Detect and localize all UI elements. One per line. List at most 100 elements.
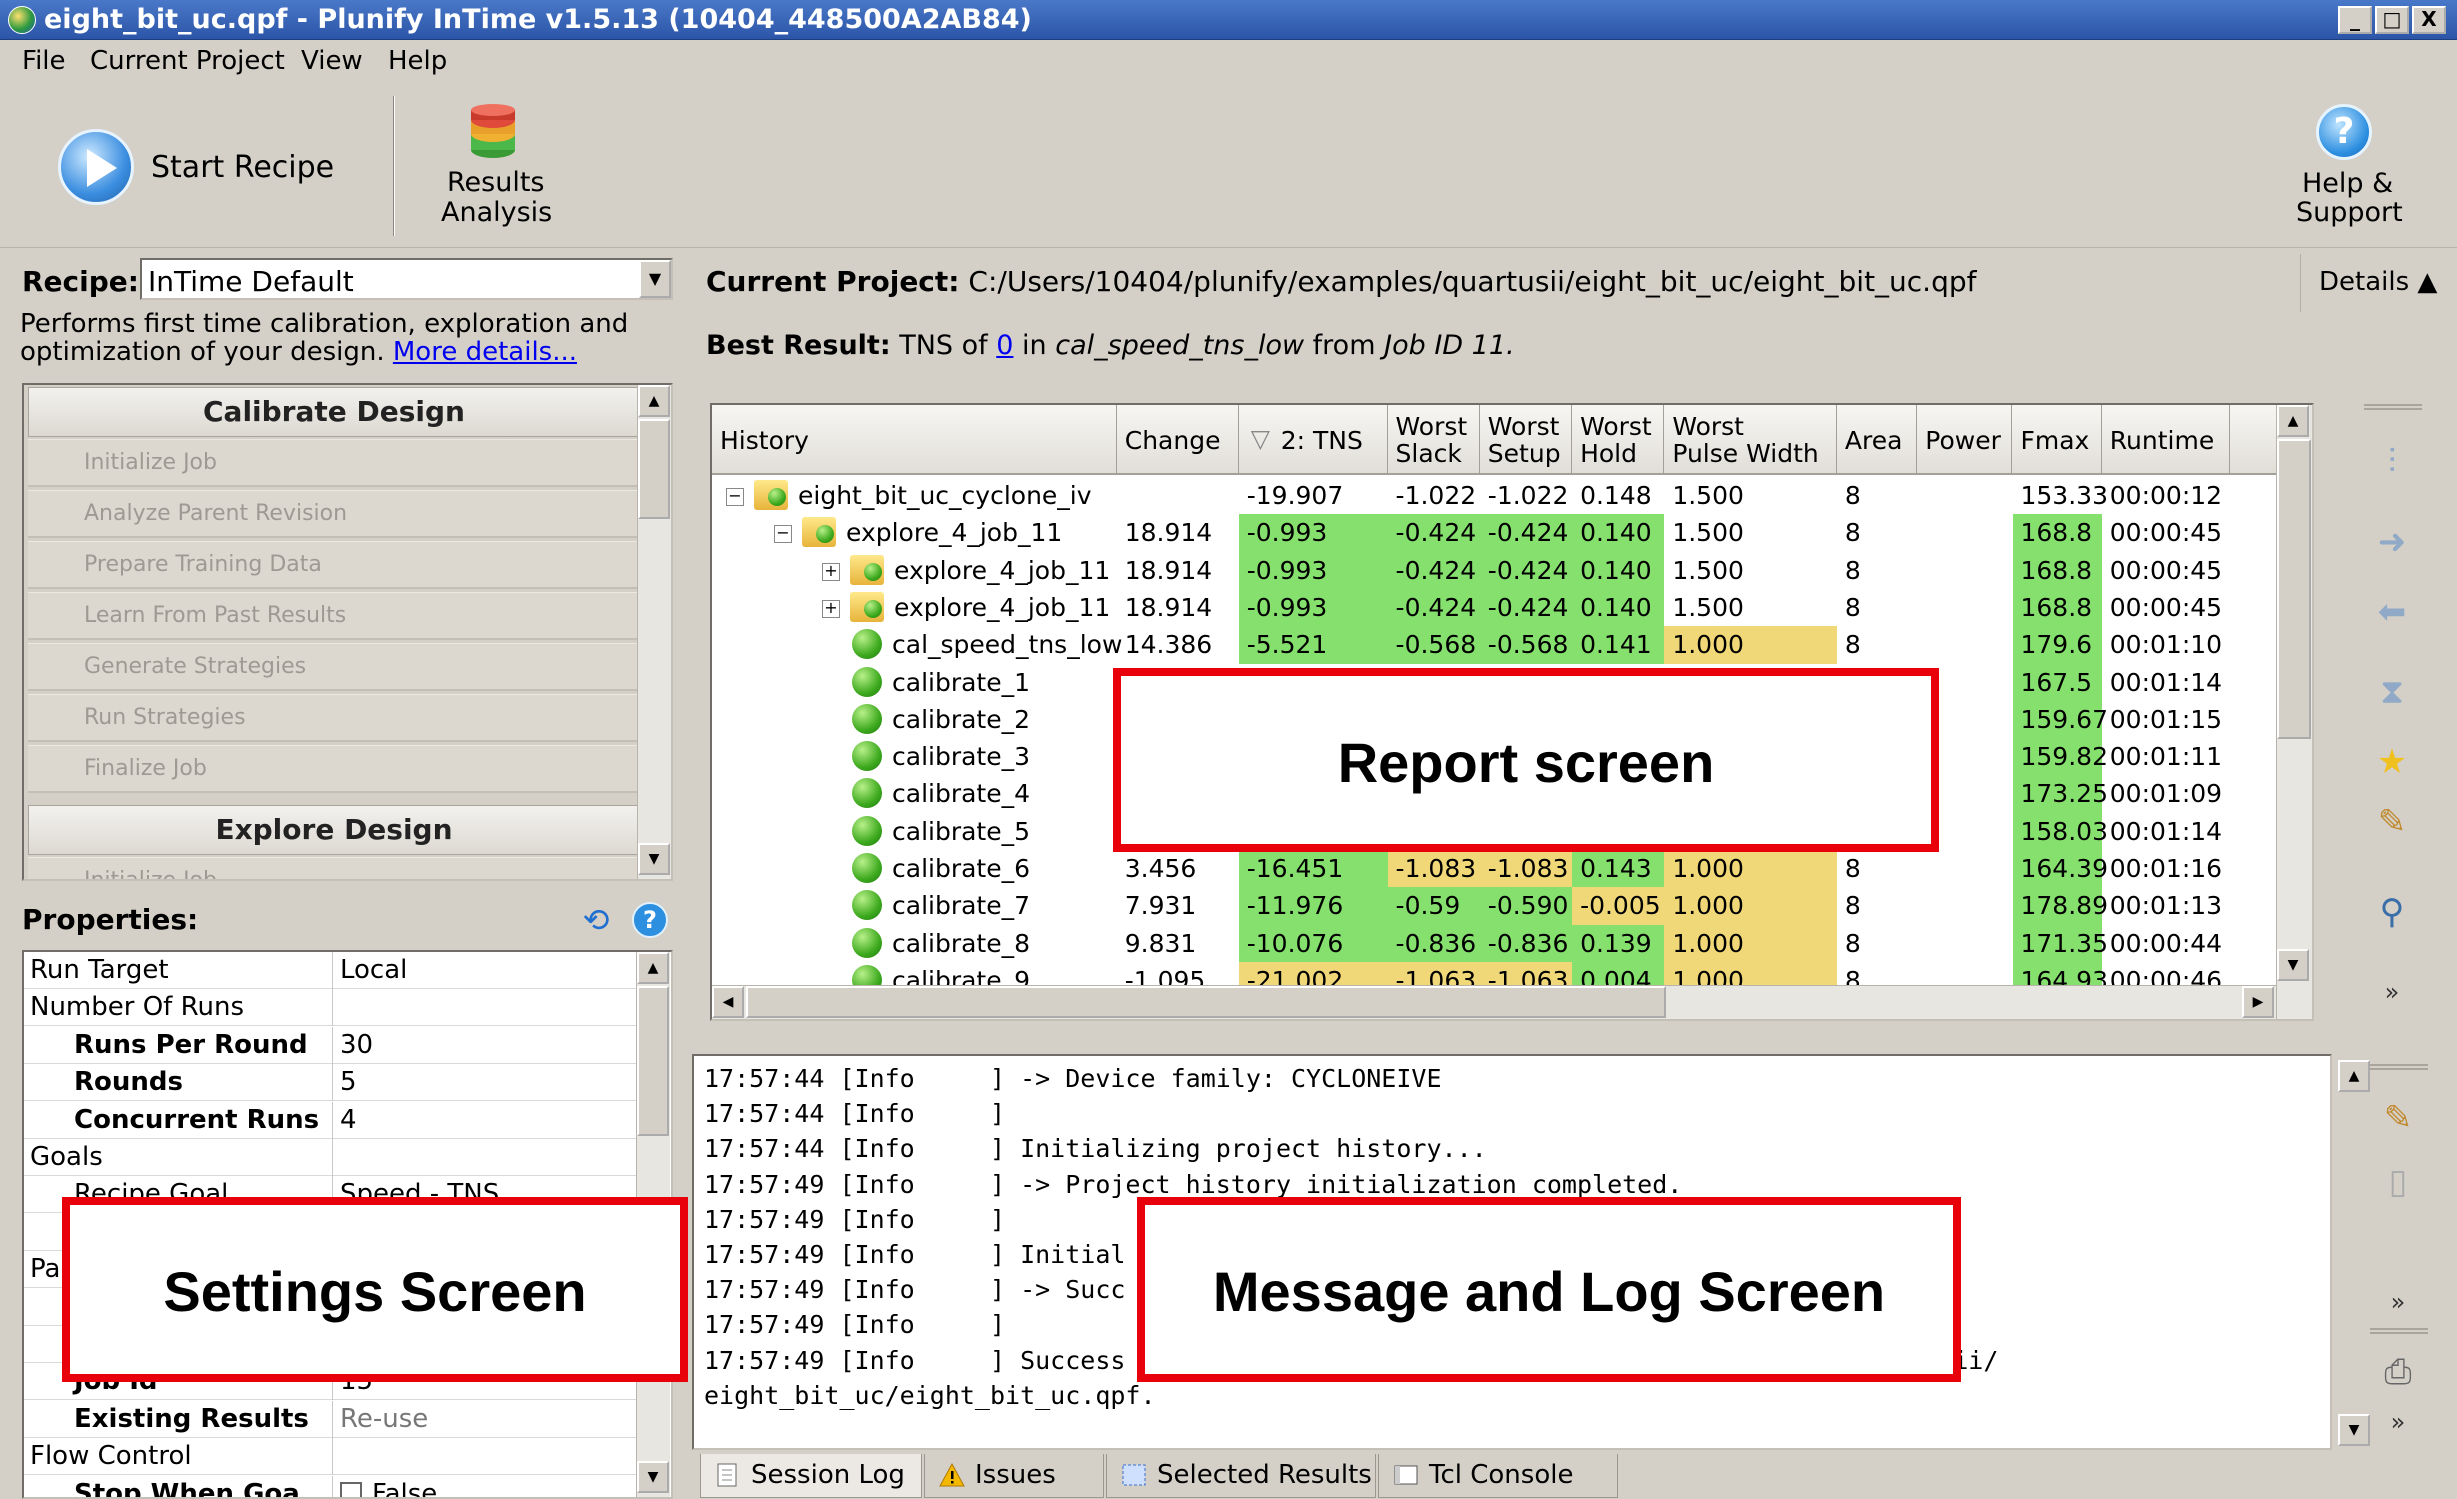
column-header[interactable]: History [712,405,1117,475]
minimize-button[interactable]: _ [2338,6,2372,34]
explore-design-header[interactable]: Explore Design [28,805,640,855]
scroll-down-icon[interactable]: ▼ [638,843,670,875]
grid-horizontal-scrollbar[interactable]: ◀ ▶ [712,985,2276,1019]
scroll-right-icon[interactable]: ▶ [2242,986,2274,1018]
property-value[interactable]: 4 [340,1105,357,1135]
column-header[interactable]: Worst Setup [1480,405,1573,475]
step-item[interactable]: Run Strategies [28,694,640,742]
scroll-down-icon[interactable]: ▼ [2277,949,2309,981]
hourglass-icon[interactable]: ⧗ [2370,670,2414,714]
maximize-button[interactable]: □ [2375,6,2409,34]
column-header[interactable]: Worst Pulse Width [1664,405,1837,475]
table-row[interactable]: calibrate_8 9.831 -10.076 -0.836 -0.836 0.139… [712,924,2312,963]
step-item[interactable]: Analyze Parent Revision [28,490,640,538]
tab-session-log[interactable]: Session Log [700,1454,922,1498]
step-item[interactable]: Generate Strategies [28,643,640,691]
help-icon[interactable]: ? [2316,104,2372,160]
column-header[interactable]: Worst Hold [1572,405,1665,475]
table-row[interactable]: calibrate_7 7.931 -11.976 -0.59 -0.590 -0.005… [712,887,2312,925]
property-row[interactable]: Flow Control [24,1438,638,1476]
table-row[interactable]: − eight_bit_uc_cyclone_iv -19.907 -1.022 -1.… [712,477,2312,515]
recipe-select[interactable]: InTime Default ▼ [140,258,673,300]
arrow-left-icon[interactable]: ⬅ [2370,590,2414,634]
star-icon[interactable]: ★ [2370,740,2414,784]
property-row[interactable]: Run Target Local [24,952,638,989]
menu-view[interactable]: View [301,46,363,76]
scroll-up-icon[interactable]: ▲ [638,385,670,417]
tab-selected-results[interactable]: Selected Results [1106,1454,1376,1498]
step-item[interactable]: Learn From Past Results [28,592,640,640]
help-support-label-2[interactable]: Support [2296,197,2403,228]
step-item[interactable]: Prepare Training Data [28,541,640,589]
best-tns-link[interactable]: 0 [996,330,1013,361]
checkbox[interactable] [340,1481,362,1497]
results-analysis-label-2[interactable]: Analysis [441,197,552,228]
steps-scrollbar[interactable]: ▲ ▼ [637,385,671,879]
tab-issues[interactable]: Issues [924,1454,1104,1498]
property-row[interactable]: Stop When Goa... False [24,1475,638,1497]
arrow-right-icon[interactable]: ➜ [2370,520,2414,564]
column-header[interactable]: Area [1837,405,1918,475]
property-value[interactable]: False [340,1479,437,1497]
details-button[interactable]: Details ▲ [2300,254,2442,312]
property-value[interactable]: 5 [340,1067,357,1097]
column-header[interactable]: ▽ 2: TNS [1239,405,1388,475]
menu-current-project[interactable]: Current Project [90,46,285,76]
play-icon[interactable] [58,129,134,205]
broom-icon[interactable]: ✎ [2376,1096,2420,1140]
property-row[interactable]: Existing Results Re-use [24,1400,638,1438]
chevron-down-icon[interactable]: ▼ [639,260,671,298]
scroll-up-icon[interactable]: ▲ [2277,405,2309,437]
table-row[interactable]: calibrate_9 -1.095 -21.002 -1.063 -1.063 0.00… [712,961,2312,985]
table-row[interactable]: cal_speed_tns_low 14.386 -5.521 -0.568 -0.56… [712,626,2312,664]
help-support-label-1[interactable]: Help & [2302,168,2393,199]
scroll-thumb[interactable] [637,986,669,1136]
step-item[interactable]: Finalize Job [28,745,640,793]
expand-icon[interactable]: + [822,599,840,618]
menu-file[interactable]: File [22,46,66,76]
sort-desc-icon[interactable]: ▽ [1251,425,1270,452]
tree-icon[interactable]: ⫶ [2370,440,2414,484]
results-analysis-label-1[interactable]: Results [447,167,545,198]
column-header[interactable]: Runtime [2102,405,2230,475]
help-icon[interactable]: ? [632,902,668,938]
tab-tcl-console[interactable]: Tcl Console [1378,1454,1618,1498]
chevron-double-down-icon[interactable]: » [2370,970,2414,1014]
property-row[interactable]: Number Of Runs [24,989,638,1027]
print-icon[interactable]: ⎙ [2376,1350,2420,1394]
property-row[interactable]: Rounds 5 [24,1064,638,1102]
menu-help[interactable]: Help [388,46,447,76]
collapse-icon[interactable]: − [726,488,744,506]
scroll-thumb[interactable] [746,986,1666,1018]
property-row[interactable]: Runs Per Round 30 [24,1026,638,1064]
scroll-down-icon[interactable]: ▼ [637,1461,669,1493]
close-button[interactable]: X [2412,6,2446,34]
table-row[interactable]: − explore_4_job_11 18.914 -0.993 -0.424 -0.42… [712,514,2312,552]
more-details-link[interactable]: More details... [393,337,577,367]
column-header[interactable]: Worst Slack [1388,405,1480,475]
scroll-thumb[interactable] [638,419,670,519]
property-row[interactable]: Goals [24,1139,638,1176]
search-icon[interactable]: ⚲ [2370,890,2414,934]
table-row[interactable]: + explore_4_job_11 18.914 -0.993 -0.424 -0.42… [712,588,2312,627]
calibrate-design-header[interactable]: Calibrate Design [28,387,640,437]
grid-vertical-scrollbar[interactable]: ▲ ▼ [2276,405,2312,1019]
table-row[interactable]: calibrate_6 3.456 -16.451 -1.083 -1.083 0.143… [712,850,2312,888]
column-header[interactable]: Power [1917,405,2013,475]
collapse-icon[interactable]: − [774,525,792,544]
step-item[interactable]: Initialize Job [28,857,640,879]
step-item[interactable]: Initialize Job [28,439,640,487]
results-analysis-icon[interactable] [466,104,520,160]
scroll-down-icon[interactable]: ▼ [2338,1414,2370,1446]
scroll-thumb[interactable] [2277,439,2311,739]
property-value[interactable]: Local [340,955,407,985]
refresh-icon[interactable]: ⟲ [578,902,614,938]
column-header[interactable]: Change [1117,405,1239,475]
scroll-up-icon[interactable]: ▲ [637,952,669,984]
column-header[interactable]: Fmax [2013,405,2102,475]
scroll-up-icon[interactable]: ▲ [2338,1060,2370,1092]
expand-icon[interactable]: + [822,562,840,581]
start-recipe-button[interactable]: Start Recipe [151,150,334,185]
table-row[interactable]: + explore_4_job_11 18.914 -0.993 -0.424 -0.42… [712,551,2312,590]
document-icon[interactable]: ▯ [2376,1160,2420,1204]
